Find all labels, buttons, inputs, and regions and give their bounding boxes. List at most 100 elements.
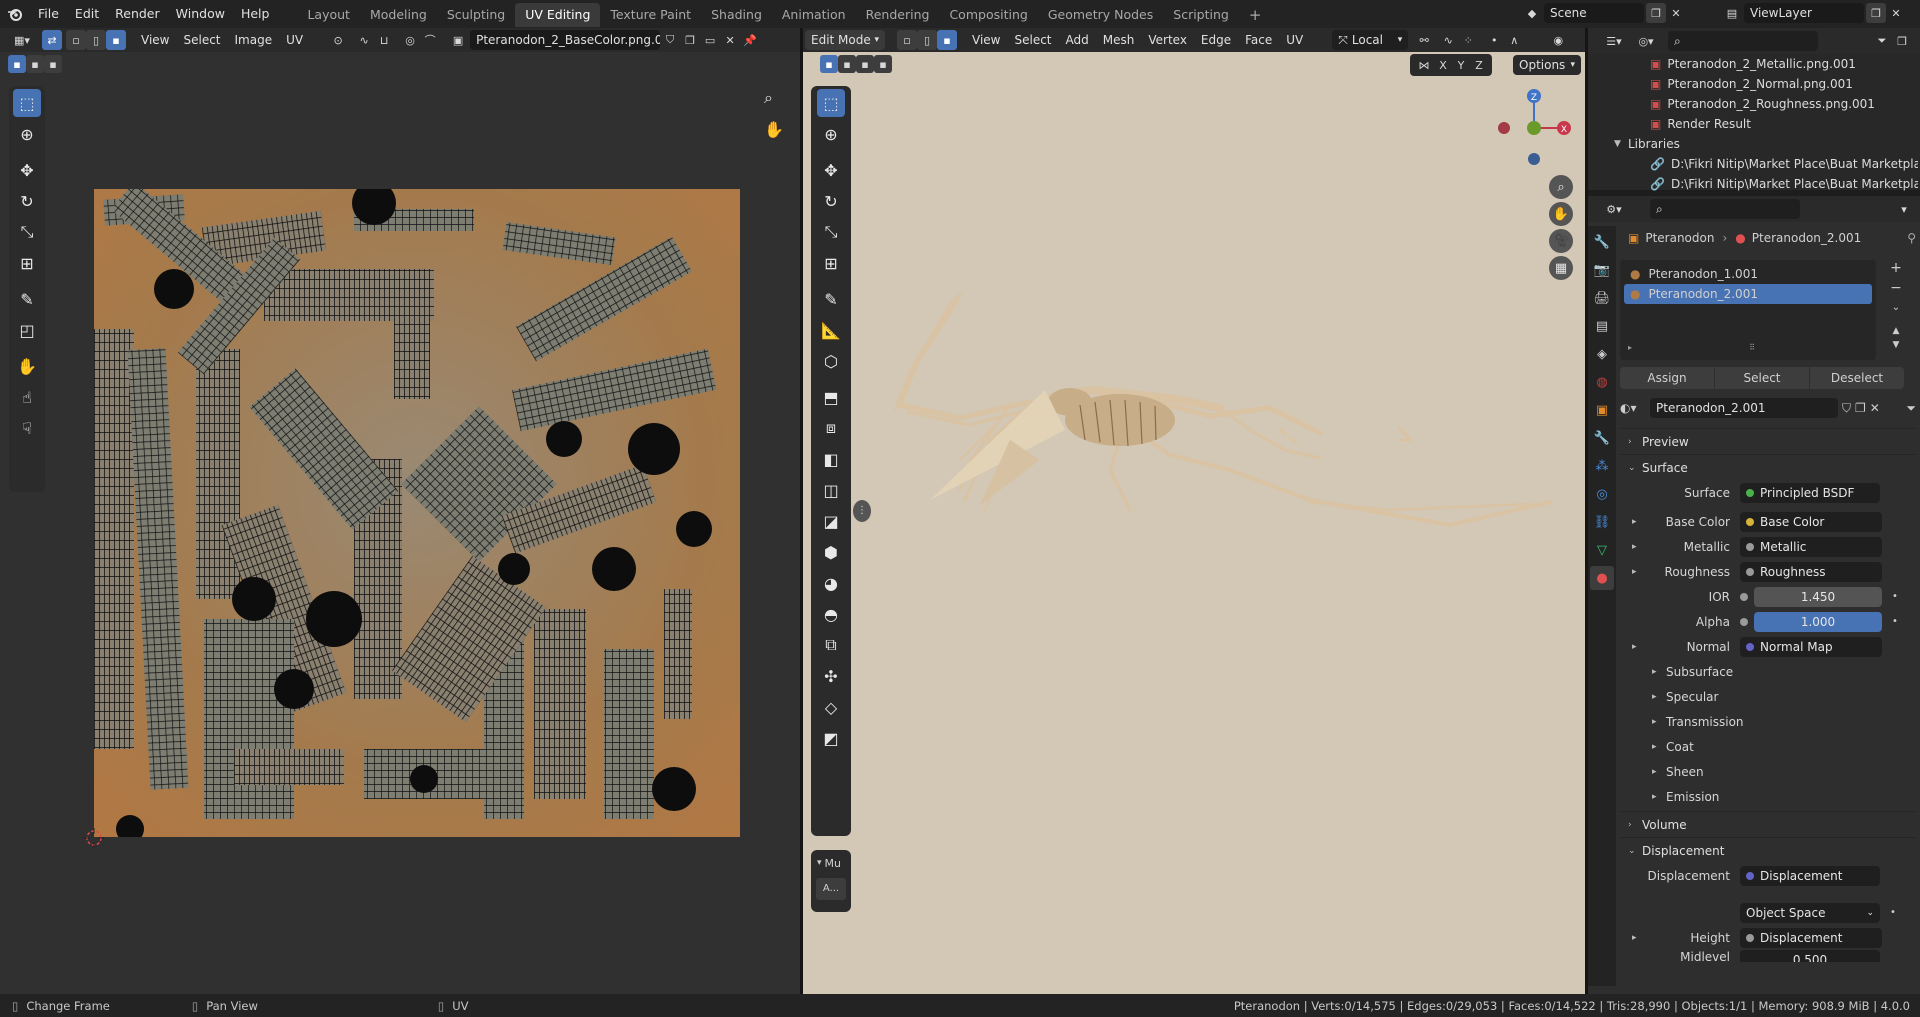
volume-panel-header[interactable]: › Volume [1620, 811, 1916, 837]
height-field[interactable]: Displacement [1740, 927, 1882, 948]
new-scene-icon[interactable]: ❐ [1646, 3, 1666, 23]
expand-triangle-icon[interactable]: ▸ [1632, 517, 1646, 527]
transform-tool-icon[interactable]: ⊞ [13, 249, 41, 277]
outliner-item[interactable]: ▣ Render Result [1588, 114, 1918, 134]
proportional-edit-icon[interactable]: ◎ [400, 30, 420, 50]
emission-subpanel[interactable]: ▸ Emission [1620, 784, 1916, 809]
open-image-icon[interactable]: ▭ [700, 30, 720, 50]
view-layer-icon[interactable]: ▤ [1722, 3, 1742, 23]
vp-select-box-tool-icon[interactable]: ⬚ [817, 89, 845, 117]
vp-snap-target-icon[interactable]: ⁘ [1458, 30, 1478, 50]
add-slot-icon[interactable]: + [1884, 260, 1908, 280]
outliner-item[interactable]: 🔗 D:\Fikri Nitip\Market Place\Buat Market… [1588, 154, 1918, 174]
roughness-field[interactable]: Roughness [1740, 561, 1882, 582]
options-dropdown[interactable]: Options ▾ [1513, 55, 1581, 75]
add-workspace-icon[interactable]: + [1239, 3, 1272, 27]
vp-menu-select[interactable]: Select [1007, 29, 1058, 51]
midlevel-field[interactable]: 0.500 [1740, 950, 1880, 962]
surface-panel-header[interactable]: ⌄ Surface [1620, 454, 1916, 480]
menu-file[interactable]: File [30, 0, 67, 28]
uv-sync-selection-icon[interactable]: ⇄ [42, 30, 62, 50]
remove-slot-icon[interactable]: − [1884, 280, 1908, 302]
blender-logo-icon[interactable] [0, 6, 30, 22]
vp-menu-add[interactable]: Add [1059, 29, 1096, 51]
move-tool-icon[interactable]: ✥ [13, 156, 41, 184]
expand-triangle-icon[interactable]: ▸ [1632, 567, 1646, 577]
coat-subpanel[interactable]: ▸ Coat [1620, 734, 1916, 759]
pivot-icon[interactable]: ⊙ [328, 30, 348, 50]
data-tab-icon[interactable]: ▽ [1590, 538, 1614, 562]
displacement-field[interactable]: Displacement [1740, 865, 1880, 886]
tab-compositing[interactable]: Compositing [939, 3, 1037, 27]
node-link-icon[interactable]: ⏷ [1906, 401, 1916, 416]
surface-shader-field[interactable]: Principled BSDF [1740, 482, 1880, 503]
properties-editor-type-icon[interactable]: ⚙▾ [1600, 199, 1628, 219]
properties-options-icon[interactable]: ▾ [1894, 199, 1914, 219]
render-tab-icon[interactable]: 📷 [1590, 258, 1614, 282]
rotate-tool-icon[interactable]: ↻ [13, 187, 41, 215]
gizmo-neg-x-axis[interactable] [1498, 122, 1510, 134]
outliner-item[interactable]: ▣ Pteranodon_2_Roughness.png.001 [1588, 94, 1918, 114]
last-operator-button[interactable]: A... [816, 878, 846, 900]
gizmo-neg-z-axis[interactable] [1528, 153, 1540, 165]
visibility-icon[interactable]: ◉ [1548, 30, 1568, 50]
vp-move-tool-icon[interactable]: ✥ [817, 156, 845, 184]
menu-window[interactable]: Window [168, 0, 233, 28]
pan-icon[interactable]: ✋ [1549, 202, 1573, 226]
output-tab-icon[interactable]: 🖨 [1590, 286, 1614, 310]
shear-tool-icon[interactable]: ◇ [817, 693, 845, 721]
ior-field[interactable]: 1.450 [1754, 586, 1882, 607]
face-select-icon[interactable]: ▪ [106, 30, 126, 50]
axis-lock-x[interactable]: X [1434, 55, 1452, 75]
pan-view-icon[interactable]: ✋ [764, 120, 784, 139]
material-slot-item[interactable]: ● Pteranodon_1.001 [1624, 264, 1872, 284]
select-extend-icon[interactable]: ▪ [26, 55, 44, 73]
material-name-field[interactable]: Pteranodon_2.001 [1650, 398, 1838, 418]
inset-tool-icon[interactable]: ⧈ [817, 414, 845, 442]
editor-type-icon[interactable]: ▦▾ [8, 30, 36, 50]
filter-icon[interactable]: ⏷ [1872, 31, 1892, 51]
knife-tool-icon[interactable]: ◪ [817, 507, 845, 535]
vp-menu-mesh[interactable]: Mesh [1096, 29, 1142, 51]
tab-rendering[interactable]: Rendering [856, 3, 940, 27]
extrude-tool-icon[interactable]: ⬒ [817, 383, 845, 411]
expand-triangle-icon[interactable]: ▼ [1614, 134, 1628, 154]
slot-menu-icon[interactable]: ⌄ [1884, 302, 1908, 326]
normal-field[interactable]: Normal Map [1740, 636, 1882, 657]
pinch-tool-icon[interactable]: ☟ [13, 414, 41, 442]
material-slot-item-selected[interactable]: ● Pteranodon_2.001 [1624, 284, 1872, 304]
falloff-icon[interactable]: ⌒ [420, 30, 440, 50]
world-tab-icon[interactable]: ◍ [1590, 370, 1614, 394]
edge-select-icon[interactable]: ▯ [86, 30, 106, 50]
scene-field[interactable]: Scene [1544, 3, 1644, 23]
outliner-item[interactable]: 🔗 D:\Fikri Nitip\Market Place\Buat Market… [1588, 174, 1918, 194]
poly-build-tool-icon[interactable]: ⬢ [817, 538, 845, 566]
outliner-item[interactable]: ▣ Pteranodon_2_Metallic.png.001 [1588, 54, 1918, 74]
vp-select-new-icon[interactable]: ▪ [820, 55, 838, 73]
snap-icon[interactable]: ∿ [354, 30, 374, 50]
delete-view-layer-icon[interactable]: ✕ [1886, 3, 1906, 23]
shrink-fatten-tool-icon[interactable]: ✣ [817, 662, 845, 690]
select-new-icon[interactable]: ▪ [8, 55, 26, 73]
menu-edit[interactable]: Edit [67, 0, 107, 28]
pteranodon-skeleton-model[interactable] [890, 290, 1560, 540]
scene-tab-icon[interactable]: ◈ [1590, 342, 1614, 366]
camera-view-icon[interactable]: 🎥 [1549, 229, 1573, 253]
new-view-layer-icon[interactable]: ❐ [1866, 3, 1886, 23]
tab-texture-paint[interactable]: Texture Paint [600, 3, 701, 27]
subsurface-subpanel[interactable]: ▸ Subsurface [1620, 659, 1916, 684]
vp-vertex-select-icon[interactable]: ▫ [897, 30, 917, 50]
spin-tool-icon[interactable]: ◕ [817, 569, 845, 597]
expand-triangle-icon[interactable]: ▸ [1632, 642, 1646, 652]
vp-proportional-icon[interactable]: • [1484, 30, 1504, 50]
material-tab-icon[interactable]: ● [1590, 566, 1614, 590]
physics-tab-icon[interactable]: ◎ [1590, 482, 1614, 506]
tool-tab-icon[interactable]: 🔧 [1590, 230, 1614, 254]
scale-tool-icon[interactable]: ⤡ [13, 218, 41, 246]
uv-menu-image[interactable]: Image [228, 29, 280, 51]
object-tab-icon[interactable]: ▣ [1590, 398, 1614, 422]
relax-tool-icon[interactable]: ☝ [13, 383, 41, 411]
vp-select-subtract-icon[interactable]: ▪ [856, 55, 874, 73]
tab-layout[interactable]: Layout [297, 3, 360, 27]
scene-icon[interactable]: ◆ [1522, 3, 1542, 23]
